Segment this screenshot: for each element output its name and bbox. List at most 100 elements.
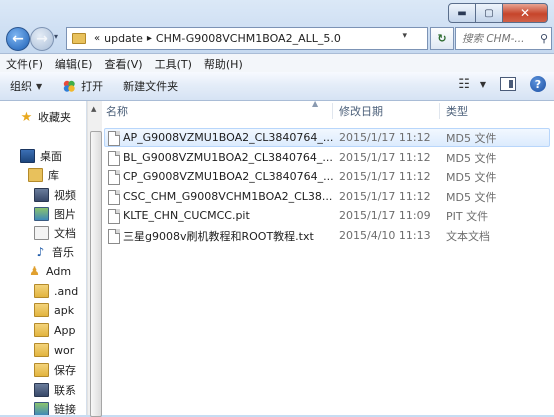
file-row[interactable]: CP_G9008VZMU1BOA2_CL3840764_... 2015/1/1… (102, 167, 554, 186)
column-divider[interactable] (439, 103, 440, 119)
tree-folder-label: 链接 (54, 403, 76, 415)
file-icon (108, 131, 120, 146)
refresh-button[interactable]: ↻ (430, 27, 454, 50)
search-box[interactable]: ⚲ (455, 27, 552, 50)
tree-folder-label: 保存 (54, 364, 76, 377)
file-name: CSC_CHM_G9008VCHM1BOA2_CL38... (123, 190, 333, 203)
close-button[interactable]: ✕ (503, 3, 548, 23)
file-name: BL_G9008VZMU1BOA2_CL3840764_... (123, 151, 333, 164)
caption-buttons: ▬ ▢ ✕ (448, 3, 548, 23)
tree-folder-saved[interactable]: 保存 (34, 362, 76, 378)
file-icon (108, 209, 120, 224)
tree-folder-label: wor (54, 343, 75, 357)
tree-favorites[interactable]: ★ 收藏夹 (20, 109, 71, 125)
file-name: CP_G9008VZMU1BOA2_CL3840764_... (123, 170, 334, 183)
contacts-icon (34, 383, 49, 397)
scroll-thumb[interactable] (90, 131, 102, 417)
folder-icon (34, 343, 49, 357)
menu-tools[interactable]: 工具(T) (149, 56, 198, 72)
file-name: AP_G9008VZMU1BOA2_CL3840764_... (123, 131, 334, 144)
tree-user[interactable]: ♟ Adm (28, 264, 71, 278)
back-button[interactable]: ← (6, 27, 30, 51)
open-with-icon (63, 80, 75, 92)
tree-pictures[interactable]: 图片 (34, 206, 76, 222)
breadcrumb-overflow[interactable]: « (94, 33, 100, 44)
tree-folder-label: apk (54, 303, 75, 317)
tree-music[interactable]: ♪ 音乐 (34, 244, 74, 260)
file-name: KLTE_CHN_CUCMCC.pit (123, 209, 250, 222)
file-type: MD5 文件 (446, 170, 497, 184)
minimize-button[interactable]: ▬ (448, 3, 476, 23)
menu-edit[interactable]: 编辑(E) (49, 56, 99, 72)
address-bar[interactable]: « update ▸ CHM-G9008VCHM1BOA2_ALL_5.0 ▾ (66, 27, 428, 50)
maximize-button[interactable]: ▢ (476, 3, 503, 23)
scroll-up-icon[interactable]: ▲ (91, 105, 96, 113)
file-type: PIT 文件 (446, 209, 489, 223)
folder-icon (34, 303, 49, 317)
column-header-date[interactable]: 修改日期 (339, 103, 383, 119)
recent-pages-dropdown[interactable]: ▾ (54, 32, 58, 41)
file-icon (108, 190, 120, 205)
tree-folder-wor[interactable]: wor (34, 343, 74, 357)
tree-folder-apk[interactable]: apk (34, 303, 74, 317)
menu-view[interactable]: 查看(V) (98, 56, 148, 72)
search-input[interactable] (460, 31, 538, 46)
back-arrow-icon: ← (12, 31, 24, 47)
view-dropdown-icon[interactable]: ▼ (480, 80, 486, 89)
tree-folder-app[interactable]: App (34, 323, 76, 337)
breadcrumb-update[interactable]: update (104, 32, 143, 45)
new-folder-label: 新建文件夹 (123, 80, 179, 93)
tree-folder-contacts[interactable]: 联系 (34, 382, 76, 398)
view-options-icon[interactable]: ☷ (458, 77, 470, 92)
tree-desktop-label: 桌面 (40, 150, 62, 163)
address-dropdown-icon[interactable]: ▾ (402, 31, 407, 41)
file-date: 2015/4/10 11:13 (339, 229, 431, 242)
file-name: 三星g9008v刷机教程和ROOT教程.txt (123, 229, 314, 243)
command-bar: 组织 ▼ 打开 新建文件夹 ☷ ▼ ? (0, 72, 554, 101)
tree-folder-and[interactable]: .and (34, 284, 78, 298)
tree-desktop[interactable]: 桌面 (20, 148, 62, 164)
video-library-icon (34, 188, 49, 202)
menu-file[interactable]: 文件(F) (0, 56, 49, 72)
tree-documents[interactable]: 文档 (34, 225, 76, 241)
library-icon (28, 168, 43, 182)
column-header-name[interactable]: 名称 (106, 103, 128, 119)
tree-folder-links[interactable]: 链接 (34, 401, 76, 415)
organize-label: 组织 (10, 80, 32, 93)
file-row[interactable]: 三星g9008v刷机教程和ROOT教程.txt 2015/4/10 11:13 … (102, 226, 554, 245)
user-folder-icon: ♟ (29, 264, 40, 278)
column-divider[interactable] (332, 103, 333, 119)
file-row[interactable]: AP_G9008VZMU1BOA2_CL3840764_... 2015/1/1… (102, 128, 554, 147)
file-type: 文本文档 (446, 229, 490, 243)
file-type: MD5 文件 (446, 190, 497, 204)
new-folder-button[interactable]: 新建文件夹 (113, 72, 188, 100)
tree-libraries[interactable]: 库 (28, 167, 59, 183)
file-row[interactable]: BL_G9008VZMU1BOA2_CL3840764_... 2015/1/1… (102, 148, 554, 167)
file-row[interactable]: KLTE_CHN_CUCMCC.pit 2015/1/17 11:09 PIT … (102, 206, 554, 225)
tree-videos[interactable]: 视频 (34, 187, 76, 203)
tree-folder-label: .and (54, 284, 79, 298)
open-button[interactable]: 打开 (52, 72, 113, 100)
tree-libraries-label: 库 (48, 169, 59, 182)
column-header-type[interactable]: 类型 (446, 103, 468, 119)
forward-button[interactable]: → (30, 27, 54, 51)
search-icon[interactable]: ⚲ (540, 32, 548, 45)
folder-icon (34, 323, 49, 337)
menu-bar: 文件(F) 编辑(E) 查看(V) 工具(T) 帮助(H) (0, 53, 554, 73)
preview-pane-icon[interactable] (500, 77, 516, 91)
organize-button[interactable]: 组织 ▼ (0, 72, 52, 100)
menu-help[interactable]: 帮助(H) (198, 56, 249, 72)
chevron-down-icon: ▾ (54, 32, 59, 41)
navigation-row: ← → ▾ « update ▸ CHM-G9008VCHM1BOA2_ALL_… (4, 26, 552, 52)
file-icon (108, 151, 120, 166)
refresh-icon: ↻ (437, 32, 447, 45)
file-row[interactable]: CSC_CHM_G9008VCHM1BOA2_CL38... 2015/1/17… (102, 187, 554, 206)
file-type: MD5 文件 (446, 151, 497, 165)
nav-pane-scrollbar[interactable]: ▲ (87, 101, 102, 417)
breadcrumb-separator-icon[interactable]: ▸ (147, 33, 152, 44)
picture-library-icon (34, 207, 49, 221)
breadcrumb-current-folder[interactable]: CHM-G9008VCHM1BOA2_ALL_5.0 (156, 32, 341, 45)
help-icon[interactable]: ? (530, 76, 546, 92)
tree-music-label: 音乐 (52, 246, 74, 259)
explorer-window: ▬ ▢ ✕ ← → ▾ « update ▸ CHM-G9008VCHM1BOA… (0, 0, 554, 417)
